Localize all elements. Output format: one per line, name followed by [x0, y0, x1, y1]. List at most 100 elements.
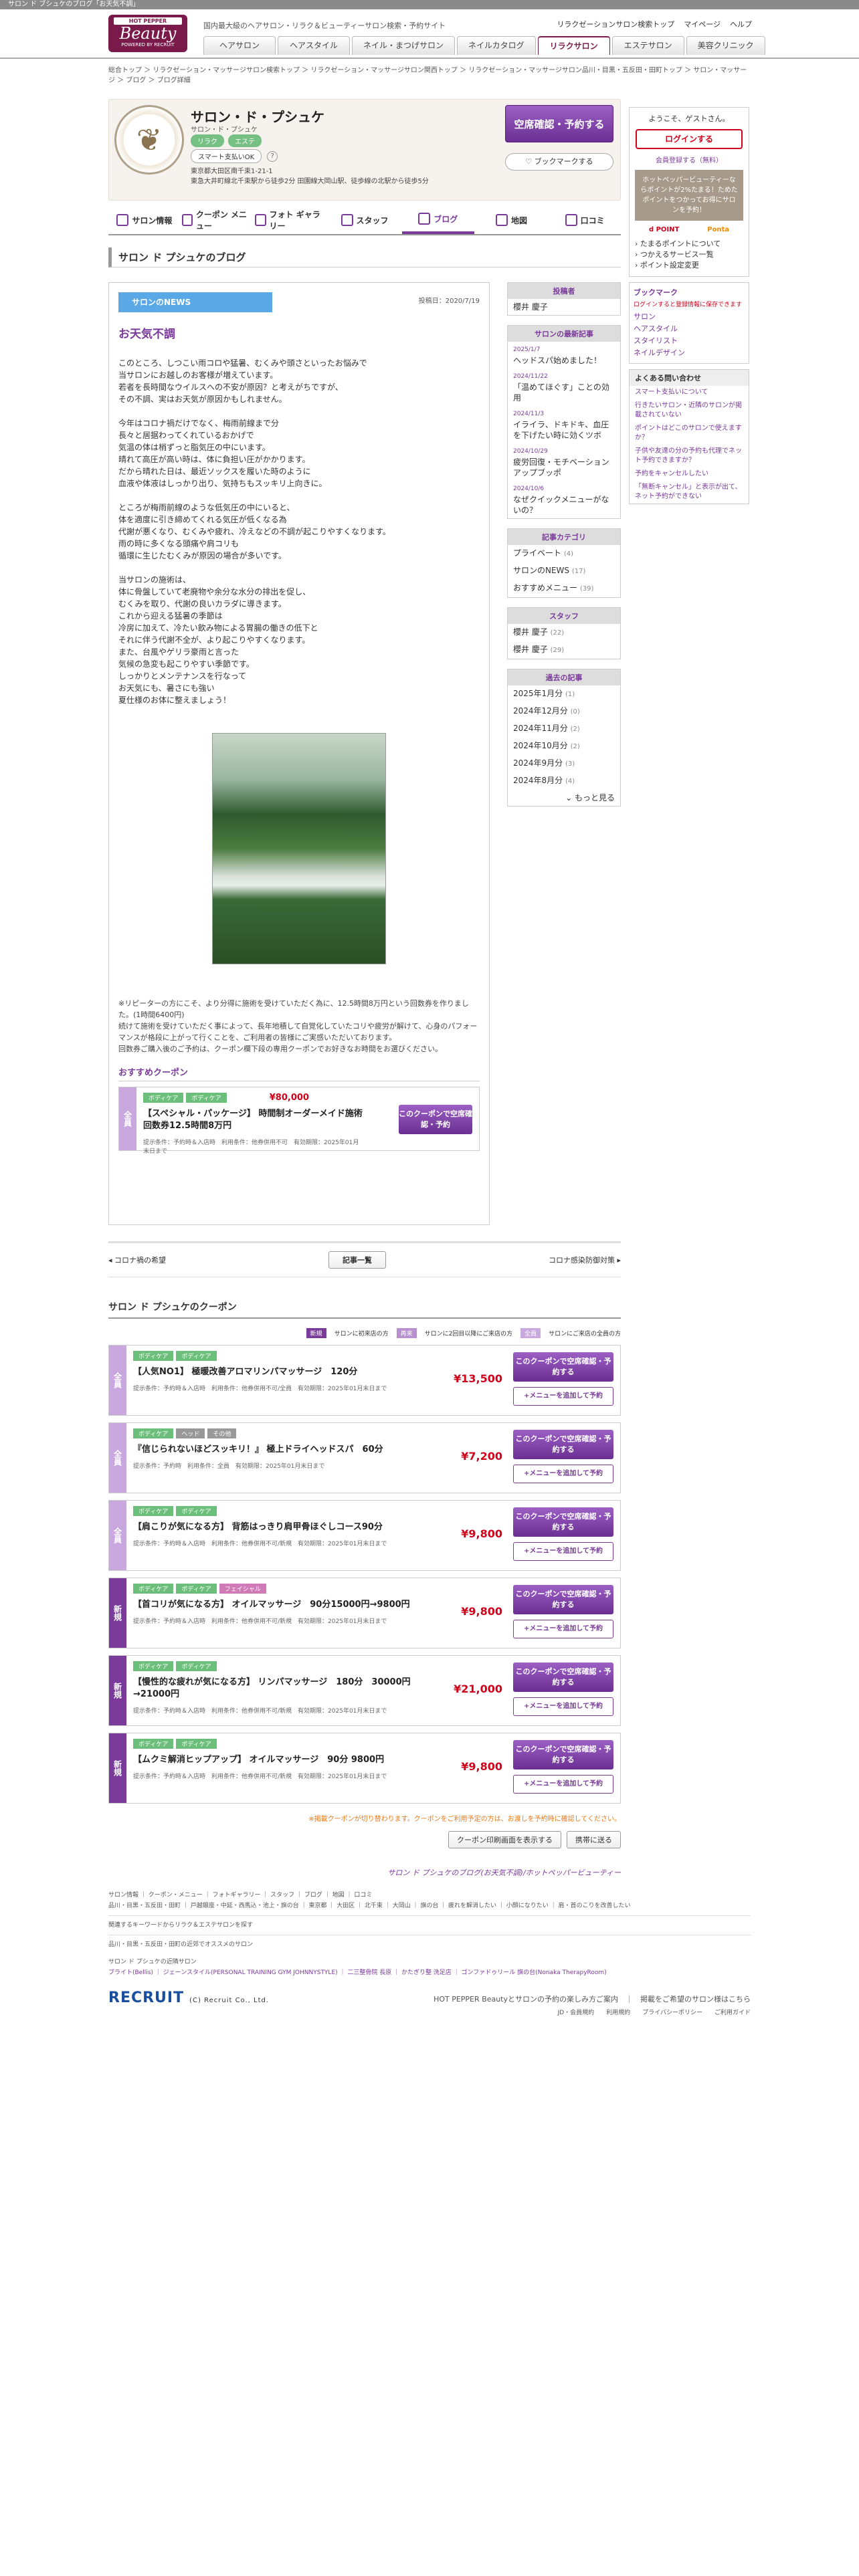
archive-item[interactable]: 2024年8月分 (4) — [508, 772, 620, 790]
nav-tab-nail[interactable]: ネイル・まつげサロン — [352, 36, 456, 55]
latest-post[interactable]: 2024/11/3 イライラ、ドキドキ、血圧を下げたい時に効くツボ — [508, 406, 620, 443]
latest-post[interactable]: 2024/10/29 疲労回復・モチベーションアップブッポ — [508, 443, 620, 481]
page-title-link[interactable]: サロン ド プシュケのブログ(お天気不調)/ホットペッパービューティー — [108, 1867, 621, 1878]
right-panel: ようこそ、ゲストさん。 ログインする 会員登録する（無料） ホットペッパービュー… — [629, 107, 749, 504]
post-list-button[interactable]: 記事一覧 — [328, 1251, 386, 1269]
tab-photo-gallery[interactable]: フォト ギャラリー — [255, 206, 327, 234]
coupon-reserve-button[interactable]: このクーポンで空席確認・予約 — [399, 1105, 472, 1134]
coupon-name[interactable]: 【ムクミ解消ヒップアップ】 オイルマッサージ 90分 9800円 — [133, 1754, 448, 1766]
coupon-reserve-button[interactable]: このクーポンで空席確認・予約する — [513, 1585, 613, 1614]
point-link[interactable]: › ポイント設定変更 — [635, 260, 743, 271]
coupon-name[interactable]: 【慢性的な疲れが気になる方】 リンパマッサージ 180分 30000円→2100… — [133, 1677, 448, 1701]
nav-tab-nailcatalog[interactable]: ネイルカタログ — [457, 36, 536, 55]
prev-post-link[interactable]: ◂ コロナ禍の希望 — [108, 1255, 166, 1265]
footer-keyword-link[interactable]: 関連するキーワードからリラク＆エステサロンを探す — [108, 1920, 751, 1931]
next-post-link[interactable]: コロナ感染防御対策 ▸ — [549, 1255, 621, 1265]
coupon-tag: ボディケア — [133, 1661, 174, 1671]
nav-tab-esthe[interactable]: エステサロン — [611, 36, 684, 55]
point-link[interactable]: › たまるポイントについて — [635, 239, 743, 249]
welcome-box: ようこそ、ゲストさん。 ログインする 会員登録する（無料） ホットペッパービュー… — [629, 107, 749, 277]
tab-map[interactable]: 地図 — [476, 206, 548, 234]
more-link[interactable]: ⌄ もっと見る — [508, 790, 620, 806]
coupon-name[interactable]: 【スペシャル・パッケージ】 時間制オーダーメイド施術回数券12.5時間8万円 — [143, 1108, 364, 1132]
coupon-add-menu-button[interactable]: +メニューを追加して予約 — [513, 1387, 613, 1406]
coupon-tag: フェイシャル — [219, 1584, 266, 1594]
latest-post[interactable]: 2024/11/22 「温めてほぐす」ことの効用 — [508, 368, 620, 406]
bookmark-item[interactable]: スタイリスト — [634, 335, 745, 347]
category-item[interactable]: おすすめメニュー (39) — [508, 580, 620, 597]
coupon-tag: その他 — [207, 1428, 237, 1438]
bookmark-item[interactable]: ネイルデザイン — [634, 347, 745, 359]
breadcrumb[interactable]: 総合トップ ＞ リラクゼーション・マッサージサロン検索トップ ＞ リラクゼーショ… — [108, 66, 751, 86]
smart-pay-badge[interactable]: スマート支払いOK — [191, 149, 262, 163]
coupon-add-menu-button[interactable]: +メニューを追加して予約 — [513, 1775, 613, 1794]
latest-post[interactable]: 2024/10/6 なぜクイックメニューがないの？ — [508, 481, 620, 518]
reserve-button[interactable]: 空席確認・予約する — [505, 105, 613, 142]
tab-staff[interactable]: スタッフ — [328, 206, 401, 234]
faq-item[interactable]: 「無断キャンセル」と表示が出て、ネット予約ができない — [630, 481, 749, 504]
author-name[interactable]: 櫻井 慶子 — [508, 299, 620, 315]
nav-tab-hairstyle[interactable]: ヘアスタイル — [278, 36, 350, 55]
send-mobile-button[interactable]: 携帯に送る — [567, 1831, 621, 1848]
coupon-add-menu-button[interactable]: +メニューを追加して予約 — [513, 1697, 613, 1716]
bookmark-item[interactable]: サロン — [634, 311, 745, 323]
coupon-reserve-button[interactable]: このクーポンで空席確認・予約する — [513, 1430, 613, 1459]
bookmark-item[interactable]: ヘアスタイル — [634, 323, 745, 335]
coupon-reserve-button[interactable]: このクーポンで空席確認・予約する — [513, 1352, 613, 1382]
faq-item[interactable]: スマート支払いについて — [630, 386, 749, 399]
staff-item[interactable]: 櫻井 慶子 (22) — [508, 624, 620, 641]
tab-blog[interactable]: ブログ — [401, 206, 474, 234]
footer-area-links[interactable]: 品川・目黒・五反田・田町 ｜ 戸越銀座・中延・西馬込・池上・旗の台 ｜ 東京都 … — [108, 1901, 751, 1911]
footer-nearby-links[interactable]: ブライト(Bellis) ｜ ジェーンスタイル(PERSONAL TRAININ… — [108, 1967, 751, 1978]
faq-item[interactable]: 行きたいサロン・近隣のサロンが掲載されていない — [630, 399, 749, 422]
category-item[interactable]: サロンのNEWS (17) — [508, 562, 620, 580]
faq-item[interactable]: 子供や友達の分の予約も代理でネット予約できますか？ — [630, 445, 749, 467]
login-button[interactable]: ログインする — [636, 129, 743, 149]
point-link[interactable]: › つかえるサービス一覧 — [635, 249, 743, 260]
coupon-name[interactable]: 『信じられないほどスッキリ！』 極上ドライヘッドスパ 60分 — [133, 1444, 448, 1456]
tab-review[interactable]: 口コミ — [549, 206, 621, 234]
nav-tab-relax[interactable]: リラクサロン — [537, 36, 610, 55]
main-nav: ヘアサロン ヘアスタイル ネイル・まつげサロン ネイルカタログ リラクサロン エ… — [203, 36, 765, 55]
coupon-name[interactable]: 【首コリが気になる方】 オイルマッサージ 90分15000円→9800円 — [133, 1599, 448, 1611]
coupon-name[interactable]: 【肩こりが気になる方】 背筋はっきり肩甲骨ほぐしコース90分 — [133, 1521, 448, 1533]
coupon-reserve-button[interactable]: このクーポンで空席確認・予約する — [513, 1740, 613, 1769]
nav-tab-clinic[interactable]: 美容クリニック — [686, 36, 765, 55]
tab-salon-info[interactable]: サロン情報 — [108, 206, 181, 234]
footer-policy-links[interactable]: JD・会員規約 利用規約 プライバシーポリシー ご利用ガイド — [434, 2006, 751, 2020]
bookmark-button[interactable]: ♡ ブックマークする — [505, 153, 613, 171]
coupon-reserve-button[interactable]: このクーポンで空席確認・予約する — [513, 1662, 613, 1692]
top-link-help[interactable]: ヘルプ — [730, 19, 752, 29]
help-icon[interactable]: ? — [267, 150, 278, 162]
faq-item[interactable]: 予約をキャンセルしたい — [630, 467, 749, 481]
archive-item[interactable]: 2024年9月分 (3) — [508, 755, 620, 772]
top-link-mypage[interactable]: マイページ — [684, 19, 721, 29]
print-coupon-button[interactable]: クーポン印刷画面を表示する — [448, 1831, 561, 1848]
footer-salon-links[interactable]: サロン情報 ｜ クーポン・メニュー ｜ フォトギャラリー ｜ スタッフ ｜ ブロ… — [108, 1890, 751, 1901]
latest-post[interactable]: 2025/1/7 ヘッドスパ始めました！ — [508, 342, 620, 368]
salon-name[interactable]: サロン・ド・プシュケ — [191, 106, 324, 126]
staff-item[interactable]: 櫻井 慶子 (29) — [508, 641, 620, 659]
coupon-add-menu-button[interactable]: +メニューを追加して予約 — [513, 1620, 613, 1638]
archive-item[interactable]: 2025年1月分 (1) — [508, 685, 620, 703]
coupon-reserve-button[interactable]: このクーポンで空席確認・予約する — [513, 1507, 613, 1537]
archive-item[interactable]: 2024年10月分 (2) — [508, 738, 620, 755]
coupon-add-menu-button[interactable]: +メニューを追加して予約 — [513, 1542, 613, 1561]
register-link[interactable]: 会員登録する（無料） — [635, 154, 743, 165]
coupon-name[interactable]: 【人気NO1】 極暖改善アロマリンパマッサージ 120分 — [133, 1366, 448, 1378]
hotpepper-beauty-logo[interactable]: HOT PEPPER Beauty POWERED BY RECRUIT — [108, 15, 187, 52]
archive-item[interactable]: 2024年12月分 (0) — [508, 703, 620, 720]
faq-item[interactable]: ポイントはどこのサロンで使えますか？ — [630, 422, 749, 445]
footer-guide-links[interactable]: HOT PEPPER Beautyとサロンの予約の楽しみ方ご案内 ｜ 掲載をご希… — [434, 1993, 751, 2006]
blog-category-label[interactable]: サロンのNEWS — [118, 292, 272, 312]
archive-item[interactable]: 2024年11月分 (2) — [508, 720, 620, 738]
badge-relax: リラク — [191, 134, 224, 147]
nav-tab-hair[interactable]: ヘアサロン — [203, 36, 276, 55]
recruit-logo[interactable]: RECRUIT (C) Recruit Co., Ltd. — [108, 1991, 269, 2006]
tab-coupon-menu[interactable]: クーポン メニュー — [181, 206, 254, 234]
top-link-relax[interactable]: リラクゼーションサロン検索トップ — [557, 19, 674, 29]
point-banner[interactable]: ホットペッパービューティーならポイントが2%たまる！ためたポイントをつかってお得… — [635, 170, 743, 221]
category-item[interactable]: プライベート (4) — [508, 545, 620, 562]
coupon-add-menu-button[interactable]: +メニューを追加して予約 — [513, 1465, 613, 1483]
staff-box: スタッフ 櫻井 慶子 (22) 櫻井 慶子 (29) — [507, 607, 621, 659]
